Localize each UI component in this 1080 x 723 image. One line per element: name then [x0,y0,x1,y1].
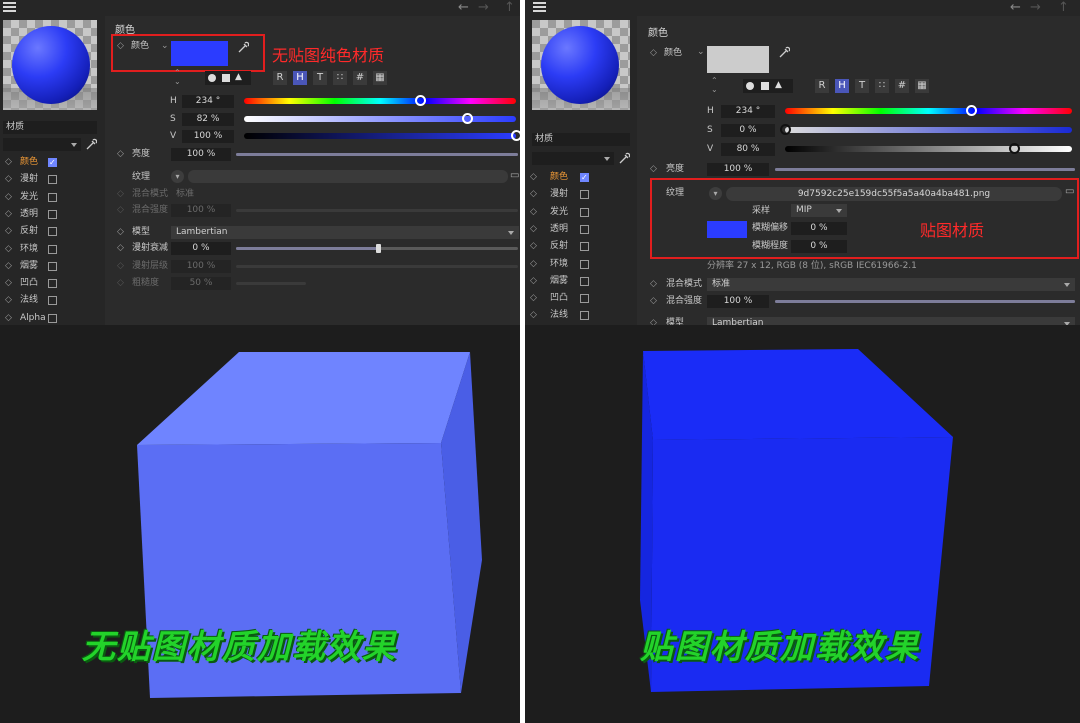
cube-top-face [137,352,470,445]
effect-caption: 贴图材质加载效果 [640,627,920,666]
viewport [137,352,482,698]
cube-top-face [643,349,953,440]
viewport [640,349,953,692]
right-screenshot: ← → ↑ 材质 ◇颜色◇漫射◇发光◇透明◇反射◇环境◇烟雾◇凹凸◇法线 颜色 … [525,0,1080,723]
effect-caption: 无贴图材质加载效果 [82,627,397,666]
left-screenshot: ← → ↑ 材质 ◇颜色◇漫射◇发光◇透明◇反射◇环境◇烟雾◇凹凸◇法线◇Alp… [0,0,520,723]
